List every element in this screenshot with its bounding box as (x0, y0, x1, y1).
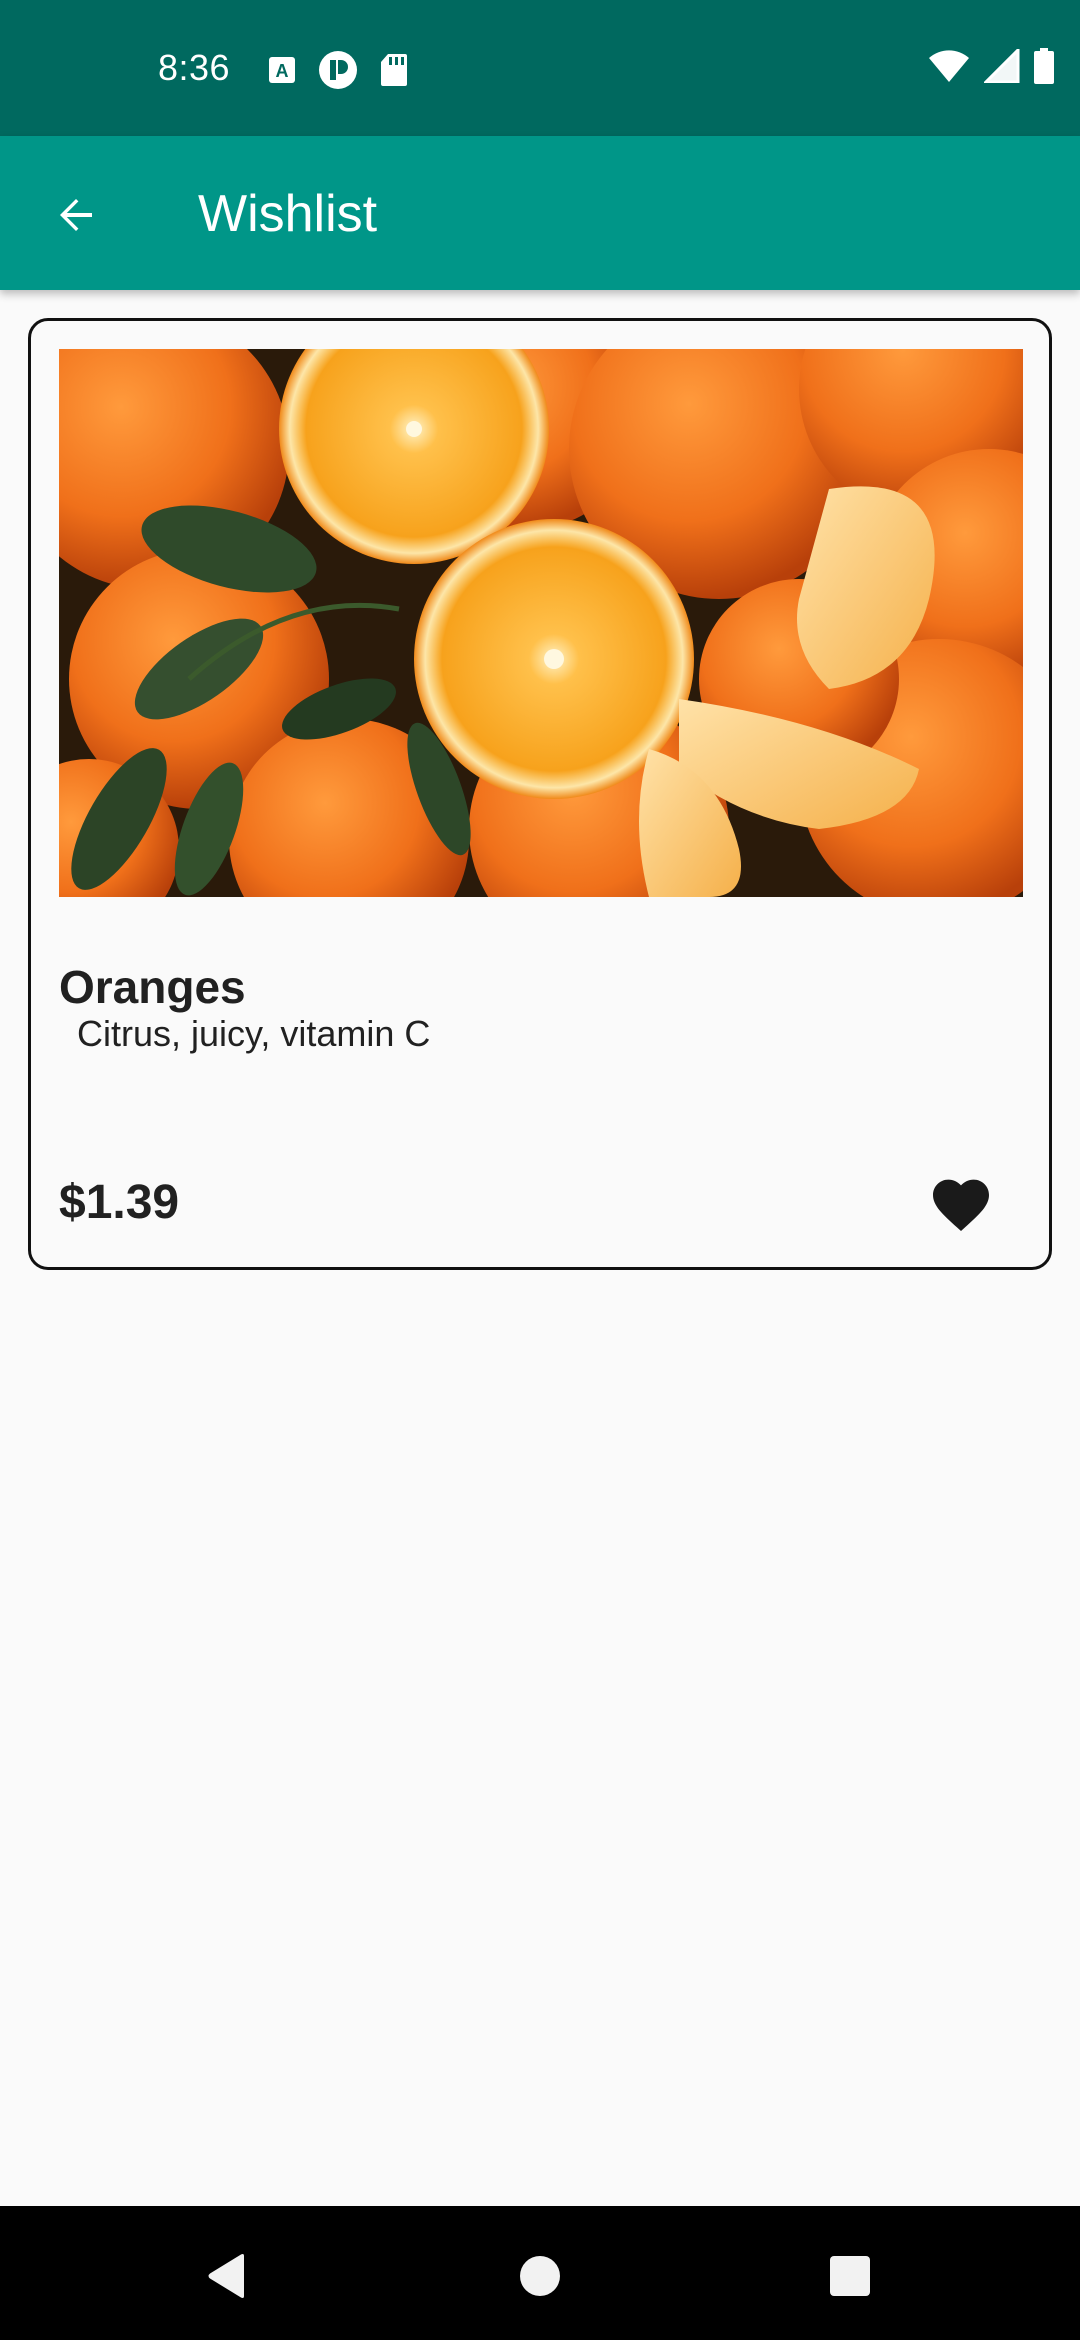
app-bar: Wishlist (0, 136, 1080, 290)
product-image (59, 349, 1023, 897)
nav-back-button[interactable] (186, 2236, 266, 2316)
signal-icon (984, 49, 1020, 83)
battery-icon (1034, 48, 1054, 84)
nav-home-button[interactable] (500, 2236, 580, 2316)
circle-app-icon (319, 51, 357, 89)
status-system-icons (928, 48, 1054, 84)
favorite-button[interactable] (921, 1165, 1001, 1245)
a-text-icon: A (269, 57, 295, 83)
back-button[interactable] (30, 169, 122, 261)
nav-recents-button[interactable] (810, 2236, 890, 2316)
product-name: Oranges (59, 961, 246, 1013)
wishlist-item-card[interactable]: Oranges Citrus, juicy, vitamin C $1.39 (28, 318, 1052, 1270)
wishlist-content: Oranges Citrus, juicy, vitamin C $1.39 (0, 290, 1080, 2206)
back-triangle-icon (208, 2254, 244, 2298)
home-circle-icon (520, 2256, 560, 2296)
product-price: $1.39 (59, 1176, 180, 1229)
status-bar: 8:36 A (0, 0, 1080, 136)
oranges-photo (59, 349, 1023, 897)
wifi-icon (929, 50, 969, 82)
status-time: 8:36 (158, 47, 231, 88)
system-nav-bar (0, 2206, 1080, 2340)
recents-square-icon (830, 2256, 870, 2296)
product-description: Citrus, juicy, vitamin C (67, 1013, 431, 1054)
status-notification-icons: A (268, 50, 408, 90)
heart-icon (933, 1179, 989, 1231)
arrow-back-icon (60, 199, 92, 231)
sd-card-icon (381, 54, 407, 86)
page-title: Wishlist (198, 185, 378, 243)
svg-text:A: A (276, 61, 289, 81)
